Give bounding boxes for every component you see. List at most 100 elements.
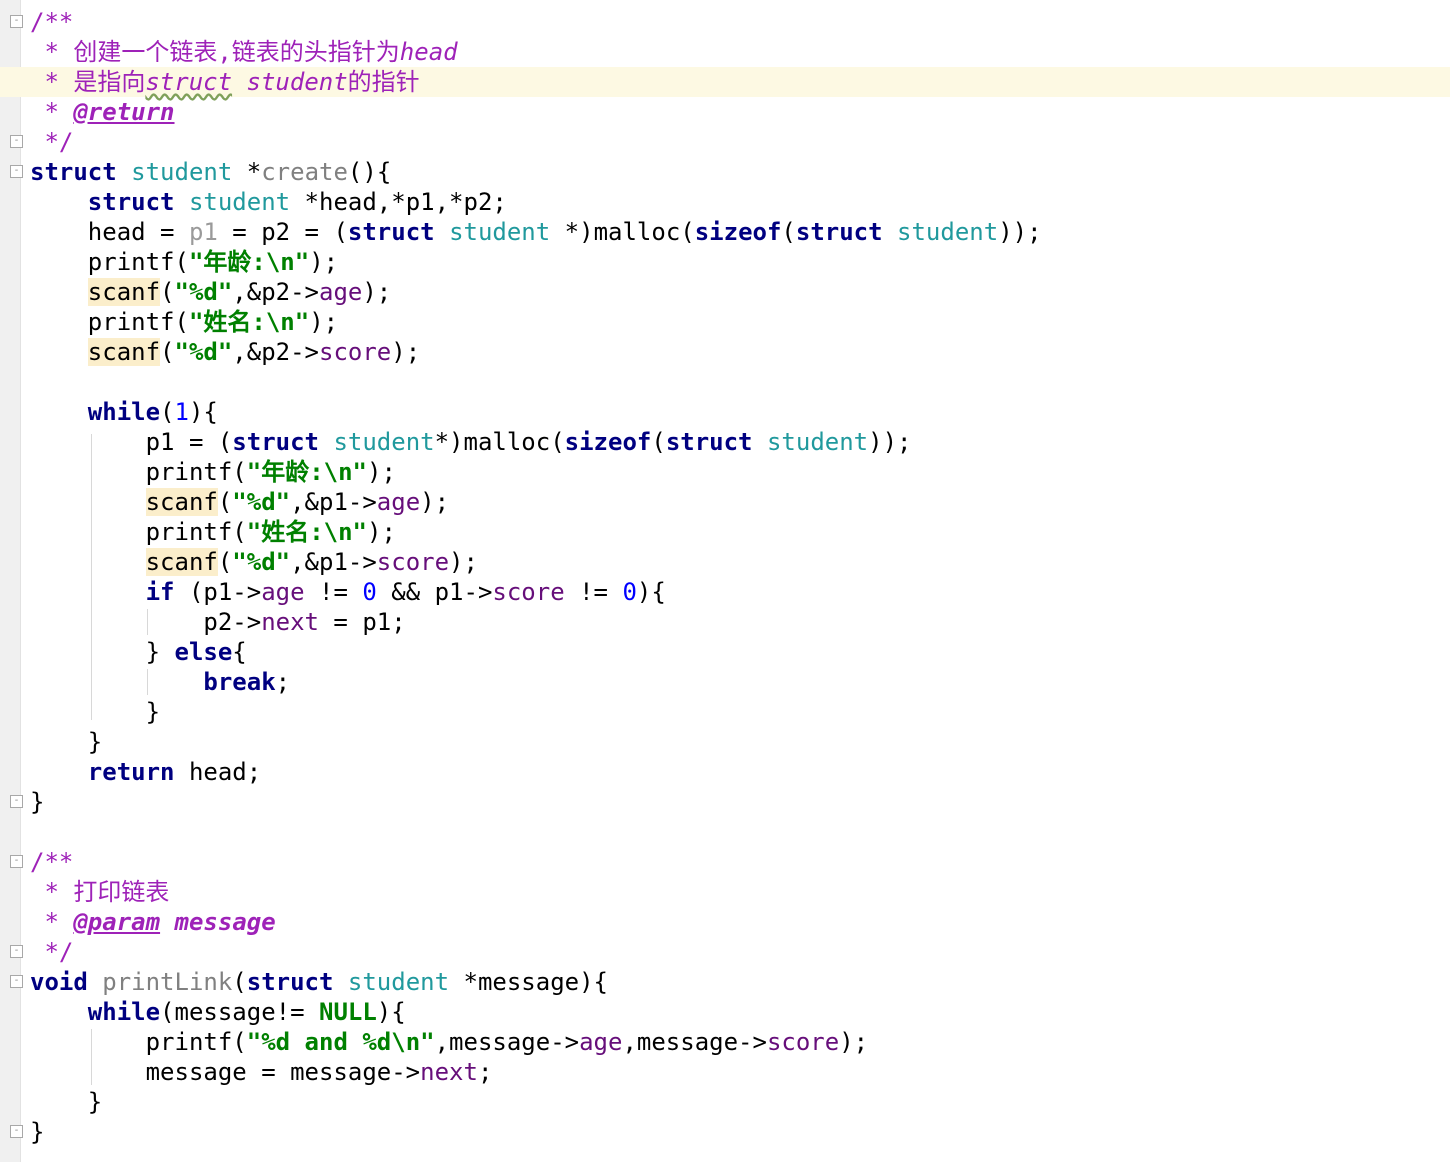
code-line[interactable]: } [0, 1117, 1450, 1147]
code-line[interactable]: * @param message [0, 907, 1450, 937]
code-line[interactable]: * 创建一个链表,链表的头指针为head [0, 37, 1450, 67]
fold-toggle-icon[interactable] [10, 945, 23, 958]
code-line[interactable]: printf("姓名:\n"); [0, 307, 1450, 337]
code-line[interactable]: scanf("%d",&p2->score); [0, 337, 1450, 367]
code-line[interactable]: } else{ [0, 637, 1450, 667]
code-line[interactable]: } [0, 697, 1450, 727]
code-line[interactable]: scanf("%d",&p1->age); [0, 487, 1450, 517]
code-line[interactable]: p2->next = p1; [0, 607, 1450, 637]
code-line[interactable]: } [0, 727, 1450, 757]
code-token: scanf [87, 338, 161, 366]
code-token: ; [275, 668, 291, 696]
code-line[interactable]: void printLink(struct student *message){ [0, 967, 1450, 997]
fold-toggle-icon[interactable] [10, 795, 23, 808]
code-token: age [261, 578, 305, 606]
fold-toggle-icon[interactable] [10, 135, 23, 148]
code-token: * [30, 908, 74, 936]
code-token: "%d and %d\n" [246, 1028, 435, 1056]
code-line[interactable]: return head; [0, 757, 1450, 787]
code-token: @param [73, 908, 161, 936]
code-token: "%d" [174, 278, 233, 306]
code-line[interactable]: */ [0, 127, 1450, 157]
code-line[interactable]: * 是指向struct student的指针 [0, 67, 1450, 97]
code-token: "%d" [232, 488, 291, 516]
code-line[interactable]: * 打印链表 [0, 877, 1450, 907]
code-token: ,&p1-> [290, 488, 377, 516]
code-token: void [30, 968, 88, 996]
fold-toggle-icon[interactable] [10, 1125, 23, 1138]
code-token: ); [367, 518, 396, 546]
code-line[interactable]: struct student *create(){ [0, 157, 1450, 187]
code-token: "姓名:\n" [188, 308, 310, 336]
code-token: 0 [362, 578, 377, 606]
code-token: student [449, 218, 551, 246]
code-token: sizeof [564, 428, 652, 456]
code-line[interactable]: /** [0, 7, 1450, 37]
code-token: * 是指向 [30, 68, 146, 96]
code-line[interactable]: while(message!= NULL){ [0, 997, 1450, 1027]
code-token: p1 = ( [30, 428, 233, 456]
code-line[interactable]: * @return [0, 97, 1450, 127]
code-token: if [145, 578, 175, 606]
code-token: scanf [87, 278, 161, 306]
code-token: head; [174, 758, 262, 786]
code-line[interactable] [0, 817, 1450, 847]
code-line[interactable]: } [0, 787, 1450, 817]
code-line[interactable]: printf("年龄:\n"); [0, 457, 1450, 487]
code-token: } [30, 788, 45, 816]
indent-guide [147, 669, 148, 695]
code-line[interactable]: if (p1->age != 0 && p1->score != 0){ [0, 577, 1450, 607]
code-line[interactable]: scanf("%d",&p1->score); [0, 547, 1450, 577]
code-token: ); [367, 458, 396, 486]
code-line[interactable]: while(1){ [0, 397, 1450, 427]
code-line[interactable]: } [0, 1087, 1450, 1117]
code-token: ( [217, 488, 233, 516]
code-line[interactable]: p1 = (struct student*)malloc(sizeof(stru… [0, 427, 1450, 457]
code-token: ( [160, 338, 175, 366]
code-line[interactable]: /** [0, 847, 1450, 877]
code-token: head = [30, 218, 189, 246]
code-editor[interactable]: /** * 创建一个链表,链表的头指针为head * 是指向struct stu… [0, 0, 1450, 1162]
code-token: struct [246, 968, 334, 996]
fold-toggle-icon[interactable] [10, 975, 23, 988]
code-line[interactable]: printf("%d and %d\n",message->age,messag… [0, 1027, 1450, 1057]
fold-toggle-icon[interactable] [10, 165, 23, 178]
code-line[interactable] [0, 367, 1450, 397]
code-token: struct [30, 158, 117, 186]
code-token: age [319, 278, 363, 306]
code-token: ( [781, 218, 796, 246]
fold-toggle-icon[interactable] [10, 15, 23, 28]
code-token: ){ [188, 398, 218, 426]
code-token: struct [347, 218, 435, 246]
code-token: printf( [30, 248, 189, 276]
code-lines[interactable]: /** * 创建一个链表,链表的头指针为head * 是指向struct stu… [0, 7, 1450, 1147]
code-token: "年龄:\n" [246, 458, 367, 486]
code-line[interactable]: */ [0, 937, 1450, 967]
code-token: ( [160, 398, 175, 426]
code-token: struct [665, 428, 753, 456]
code-line[interactable]: head = p1 = p2 = (struct student *)mallo… [0, 217, 1450, 247]
code-token: } [30, 698, 161, 726]
code-line[interactable]: break; [0, 667, 1450, 697]
code-token: ){ [376, 998, 406, 1026]
code-token: struct [145, 68, 233, 96]
code-token: (message!= [160, 998, 319, 1026]
code-line[interactable]: printf("年龄:\n"); [0, 247, 1450, 277]
indent-guide [147, 609, 148, 635]
code-token: { [232, 638, 247, 666]
code-token: /** [30, 848, 74, 876]
code-line[interactable]: scanf("%d",&p2->age); [0, 277, 1450, 307]
code-line[interactable]: message = message->next; [0, 1057, 1450, 1087]
code-line[interactable]: struct student *head,*p1,*p2; [0, 187, 1450, 217]
code-token: scanf [145, 488, 218, 516]
code-token: ); [420, 488, 450, 516]
fold-toggle-icon[interactable] [10, 855, 23, 868]
code-token: student [333, 428, 435, 456]
code-line[interactable]: printf("姓名:\n"); [0, 517, 1450, 547]
code-token: head [399, 38, 458, 66]
